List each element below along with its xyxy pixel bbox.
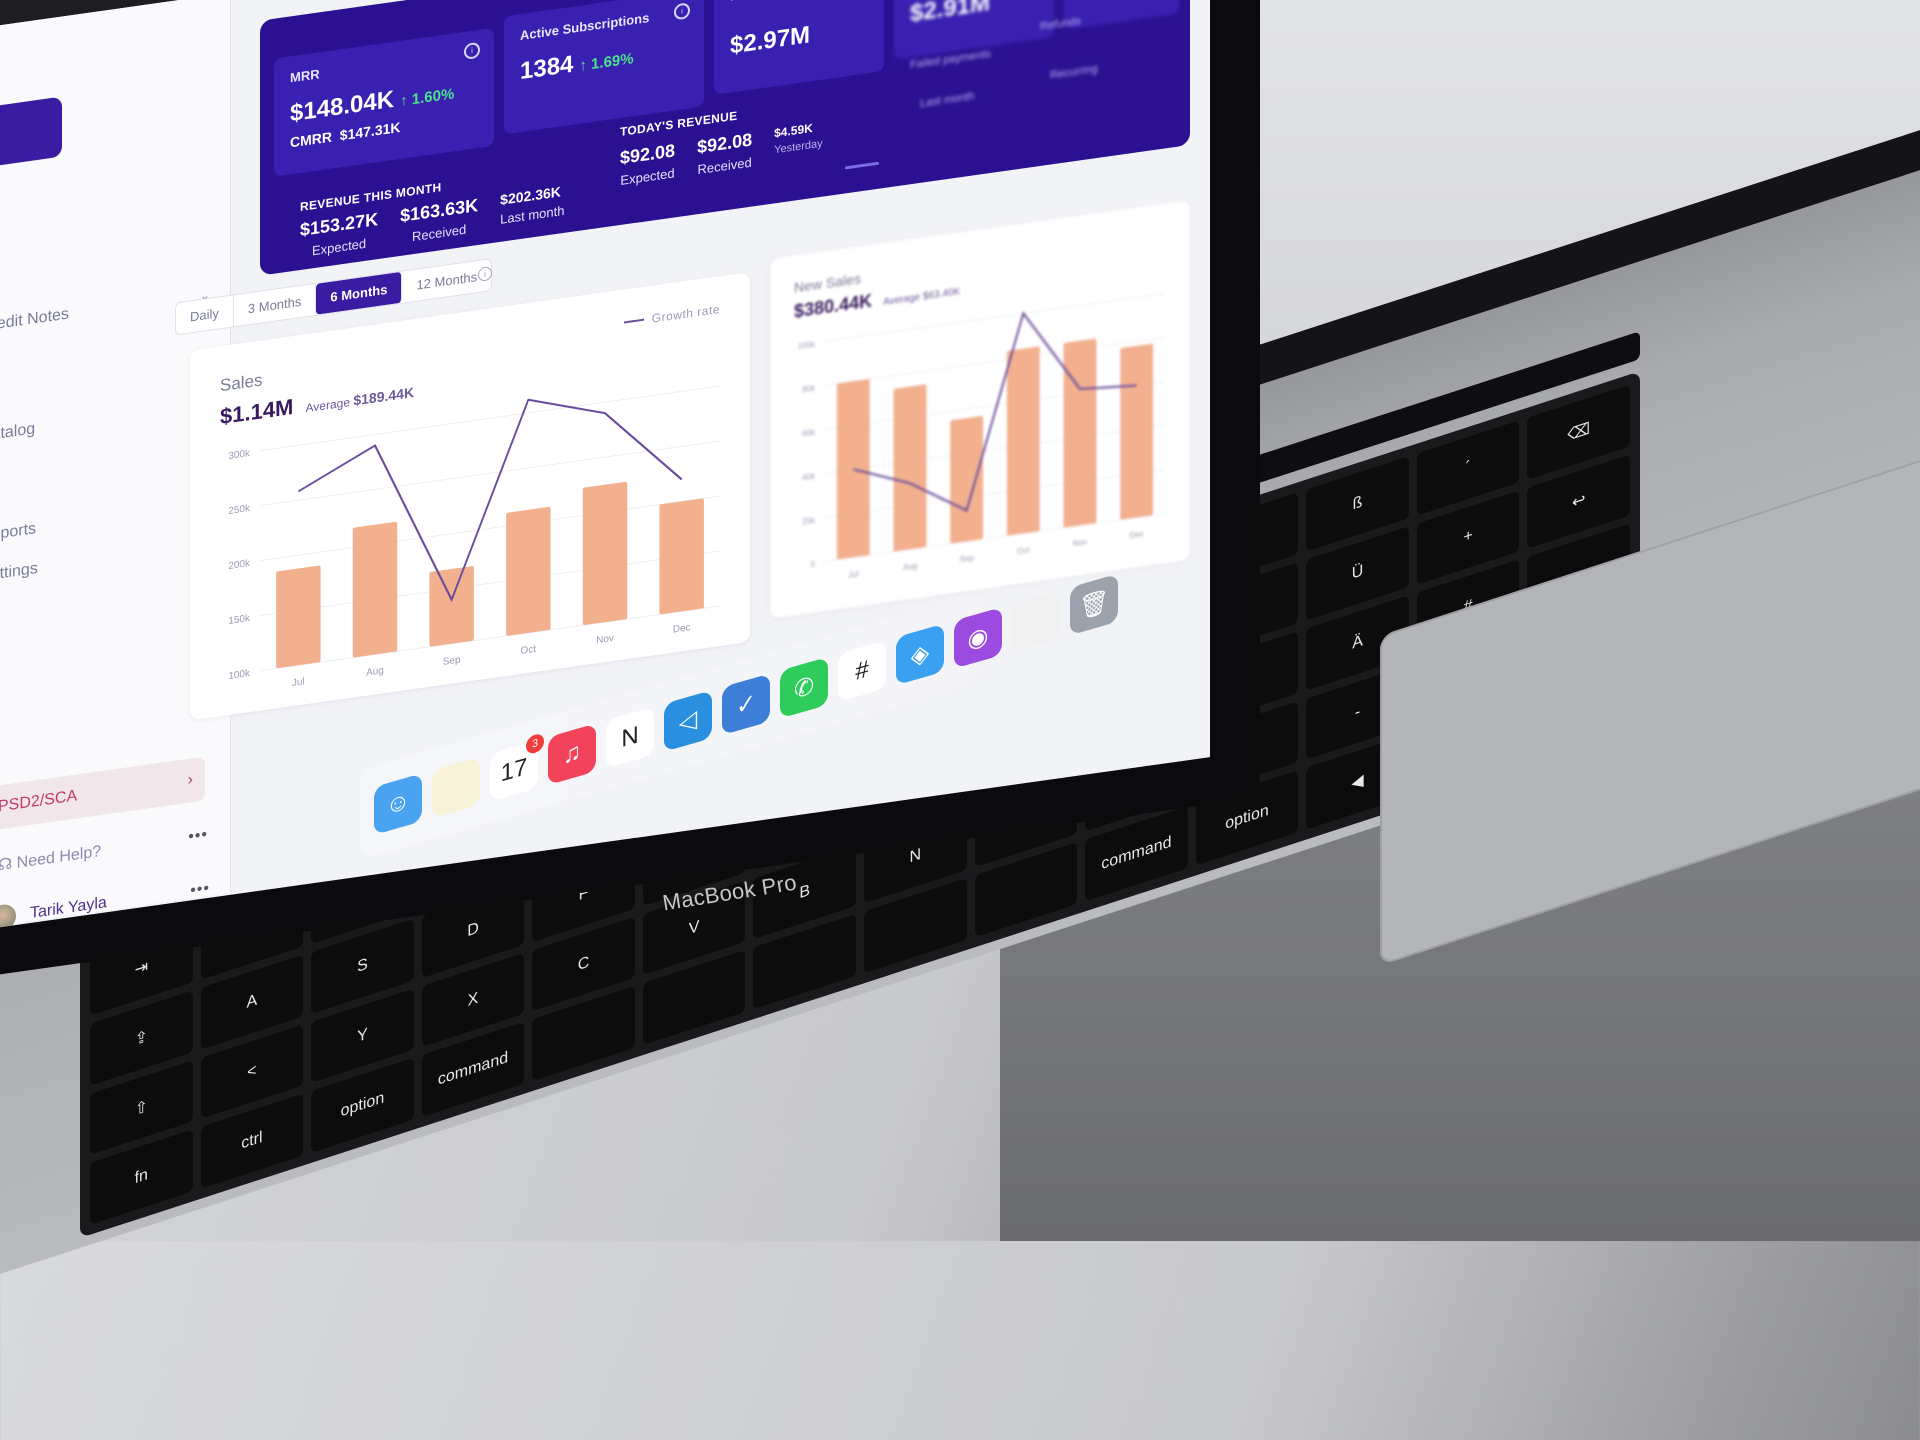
dock-app-vs-code[interactable]: ◁: [664, 690, 712, 752]
trash-icon: 🗑: [1079, 586, 1109, 624]
bar: [950, 416, 983, 544]
x-tick-label: Dec: [673, 622, 691, 635]
y-tick-label: 40k: [802, 472, 816, 483]
dock-app-tasks[interactable]: ✓: [722, 673, 770, 735]
bar: [1120, 344, 1153, 520]
slack-icon: #: [855, 655, 868, 687]
gridline: [825, 293, 1165, 341]
kpi-active-subscriptions[interactable]: Active Subscriptions 1384↑ 1.69% i: [504, 0, 704, 134]
calendar-icon: 17: [501, 753, 528, 789]
bar: [276, 565, 320, 668]
finder-icon: ☺: [386, 787, 411, 822]
bar: [429, 566, 473, 647]
x-tick-label: Aug: [366, 665, 384, 678]
gridline: [260, 386, 720, 451]
x-tick-label: Oct: [521, 644, 537, 657]
more-icon[interactable]: •••: [190, 880, 210, 901]
sidebar-item-collapsed[interactable]: ⌄: [0, 436, 210, 482]
range-12-months[interactable]: 12 Months: [402, 259, 491, 302]
x-tick-label: Dec: [1130, 529, 1144, 540]
trend-up: ↑ 1.69%: [579, 50, 633, 75]
range-6-months[interactable]: 6 Months: [316, 272, 402, 315]
sales-chart-card: Sales $1.14M Average $189.44K Growth rat…: [190, 272, 750, 721]
notification-badge: 3: [526, 732, 544, 755]
chevron-right-icon: ›: [188, 771, 193, 790]
x-tick-label: Jul: [848, 570, 858, 580]
y-tick-label: 100k: [798, 340, 816, 352]
range-3-months[interactable]: 3 Months: [234, 284, 316, 327]
bar: [353, 522, 397, 658]
x-tick-label: Nov: [596, 633, 614, 646]
dock-app-calendar[interactable]: 173: [490, 740, 538, 802]
safari-icon: ◈: [911, 637, 929, 671]
new-sales-chart: 0 20k 40k 60k 80k 100k Jul Aug Sep Oct Nov Dec: [770, 200, 1190, 619]
sales-chart: 100k 150k 200k 250k 300k Jul Aug Sep Oct Nov Dec: [190, 272, 750, 721]
x-tick-label: Sep: [443, 654, 461, 668]
y-tick-label: 80k: [802, 384, 816, 395]
dock-app-whatsapp[interactable]: ✆: [780, 657, 828, 719]
sidebar-item-reports[interactable]: Reports: [0, 496, 210, 546]
sidebar-item-help[interactable]: ☊ Need Help? •••: [0, 826, 208, 876]
dock-app-finder[interactable]: ☺: [374, 773, 422, 835]
x-tick-label: Oct: [1017, 545, 1030, 556]
gridline: [260, 606, 720, 671]
y-tick-label: 0: [811, 560, 816, 570]
dock-app-slack[interactable]: #: [838, 640, 886, 702]
sidebar-item-psd2-sca[interactable]: PSD2/SCA ›: [0, 756, 205, 832]
kpi-unpaid-invoices[interactable]: Unpaid invoices $8 details: [1064, 0, 1179, 30]
kpi-mrr[interactable]: MRR $148.04K↑ 1.60% CMRR $147.31K i: [274, 28, 494, 177]
kpi-net-revenue[interactable]: Net revenue $2.97M i: [714, 0, 884, 95]
bar: [583, 482, 627, 626]
gridline: [260, 551, 720, 616]
gridline: [825, 469, 1165, 517]
sidebar-item-settings[interactable]: Settings ⌄: [0, 536, 210, 586]
dock-app-music[interactable]: ♫: [548, 723, 596, 785]
bar: [659, 498, 703, 614]
new-sales-chart-card: New Sales $380.44K Average $63.40K 020k4…: [770, 200, 1190, 619]
y-tick-label: 200k: [228, 558, 251, 572]
y-tick-label: 150k: [228, 613, 251, 627]
headset-icon: ☊: [0, 855, 17, 875]
y-tick-label: 20k: [802, 516, 816, 527]
x-tick-label: Aug: [903, 561, 917, 572]
y-tick-label: 100k: [228, 668, 251, 682]
gridline: [825, 425, 1165, 473]
more-icon[interactable]: •••: [188, 826, 208, 849]
y-tick-label: 250k: [228, 503, 251, 517]
trend-up: ↑ 1.60%: [400, 86, 454, 111]
whatsapp-icon: ✆: [794, 670, 814, 705]
gridline: [825, 513, 1165, 561]
sidebar-active-item[interactable]: [0, 96, 62, 168]
tasks-icon: ✓: [736, 687, 756, 722]
gridline: [825, 337, 1165, 385]
dock-app-notion[interactable]: N: [606, 707, 654, 769]
bar: [1064, 338, 1097, 527]
x-tick-label: Sep: [960, 553, 975, 564]
dock-app-safari[interactable]: ◈: [896, 624, 944, 686]
carousel-indicator[interactable]: [845, 162, 879, 170]
gridline: [260, 496, 720, 561]
y-tick-label: 300k: [228, 448, 251, 462]
bar: [506, 507, 550, 636]
notion-icon: N: [621, 721, 638, 754]
bar: [894, 384, 927, 551]
music-icon: ♫: [563, 738, 581, 771]
bar: [1007, 346, 1040, 535]
x-tick-label: Nov: [1073, 537, 1087, 548]
y-tick-label: 60k: [802, 428, 816, 439]
gridline: [825, 381, 1165, 429]
vs-code-icon: ◁: [679, 704, 697, 738]
podcasts-icon: ◉: [968, 620, 989, 655]
x-tick-label: Jul: [292, 676, 305, 689]
dock-app-notes[interactable]: [432, 757, 480, 819]
omr-icon: omr: [60, 0, 77, 6]
sidebar-item-catalog[interactable]: Catalog ⌄: [0, 396, 210, 446]
